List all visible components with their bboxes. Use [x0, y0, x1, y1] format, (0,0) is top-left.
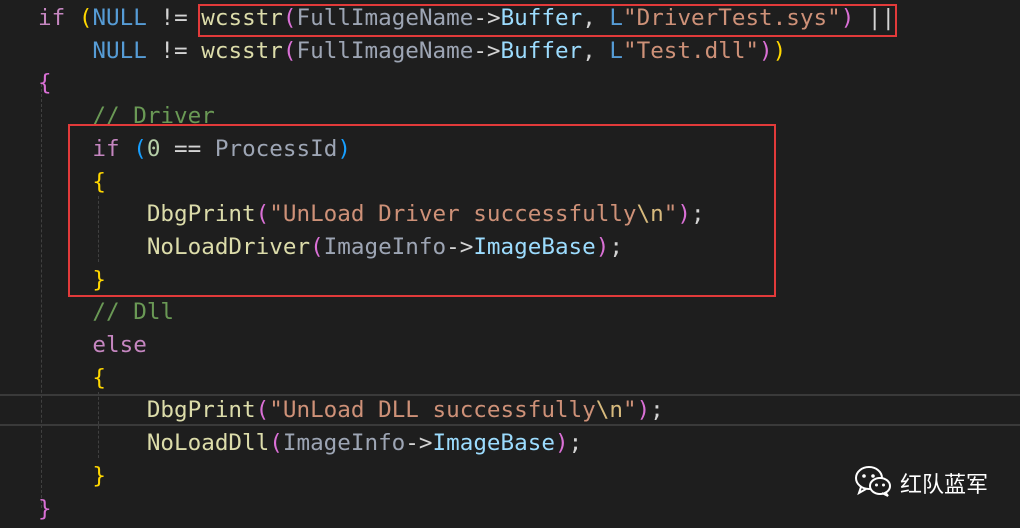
code-token: NULL — [38, 37, 147, 64]
code-token: if — [38, 5, 66, 31]
code-token: // Dll — [38, 299, 175, 326]
code-token: "UnLoad DLL successfully — [269, 397, 596, 424]
code-token: } — [38, 495, 52, 522]
code-token: ) — [772, 37, 787, 64]
code-token: { — [38, 364, 107, 391]
code-token: ; — [650, 397, 664, 424]
code-line: NoLoadDll(ImageInfo->ImageBase); — [38, 427, 582, 460]
code-token: wcsstr — [201, 37, 283, 64]
code-line: { — [38, 362, 106, 395]
code-token: -> — [405, 430, 433, 457]
code-token: ImageInfo — [282, 430, 406, 457]
code-line: } — [38, 493, 52, 526]
code-token: } — [38, 462, 107, 489]
code-token: ( — [255, 397, 270, 424]
watermark: 红队蓝军 — [854, 466, 988, 500]
code-line: DbgPrint("UnLoad DLL successfully\n"); — [38, 394, 664, 427]
code-line: // Dll — [38, 296, 174, 329]
code-token: FullImageName — [296, 37, 474, 64]
code-token: , — [582, 37, 610, 64]
code-token: " — [622, 397, 637, 424]
code-token: else — [38, 332, 147, 358]
code-token: NoLoadDll — [38, 430, 270, 457]
code-line: } — [38, 460, 106, 493]
code-token: != — [146, 5, 202, 31]
code-token: -> — [473, 37, 501, 64]
highlight-box-driver-branch — [68, 124, 776, 297]
code-token: ) — [759, 37, 773, 64]
code-token: ImageBase — [432, 430, 555, 457]
code-line: else — [38, 329, 147, 362]
watermark-text: 红队蓝军 — [899, 473, 988, 498]
code-token: ) — [636, 397, 651, 424]
code-token: ; — [568, 430, 583, 457]
wechat-icon — [854, 465, 892, 501]
code-token: { — [38, 70, 52, 97]
code-line: NULL != wcsstr(FullImageName->Buffer, L"… — [38, 35, 786, 68]
code-token: "Test.dll" — [623, 37, 760, 64]
code-token: Buffer — [500, 37, 583, 64]
code-token: L — [609, 37, 623, 64]
code-token: ( — [78, 5, 93, 31]
code-token: \n — [595, 397, 623, 424]
code-line: { — [38, 67, 52, 100]
highlight-box-wcsstr-call — [198, 4, 897, 37]
code-token: != — [146, 37, 202, 64]
code-token: ( — [269, 430, 283, 457]
code-token: ) — [554, 430, 569, 457]
code-token: DbgPrint — [38, 397, 256, 424]
code-token: ( — [282, 37, 297, 64]
code-token: NULL — [92, 5, 147, 31]
code-editor[interactable]: if (NULL != wcsstr(FullImageName->Buffer… — [0, 0, 1020, 528]
